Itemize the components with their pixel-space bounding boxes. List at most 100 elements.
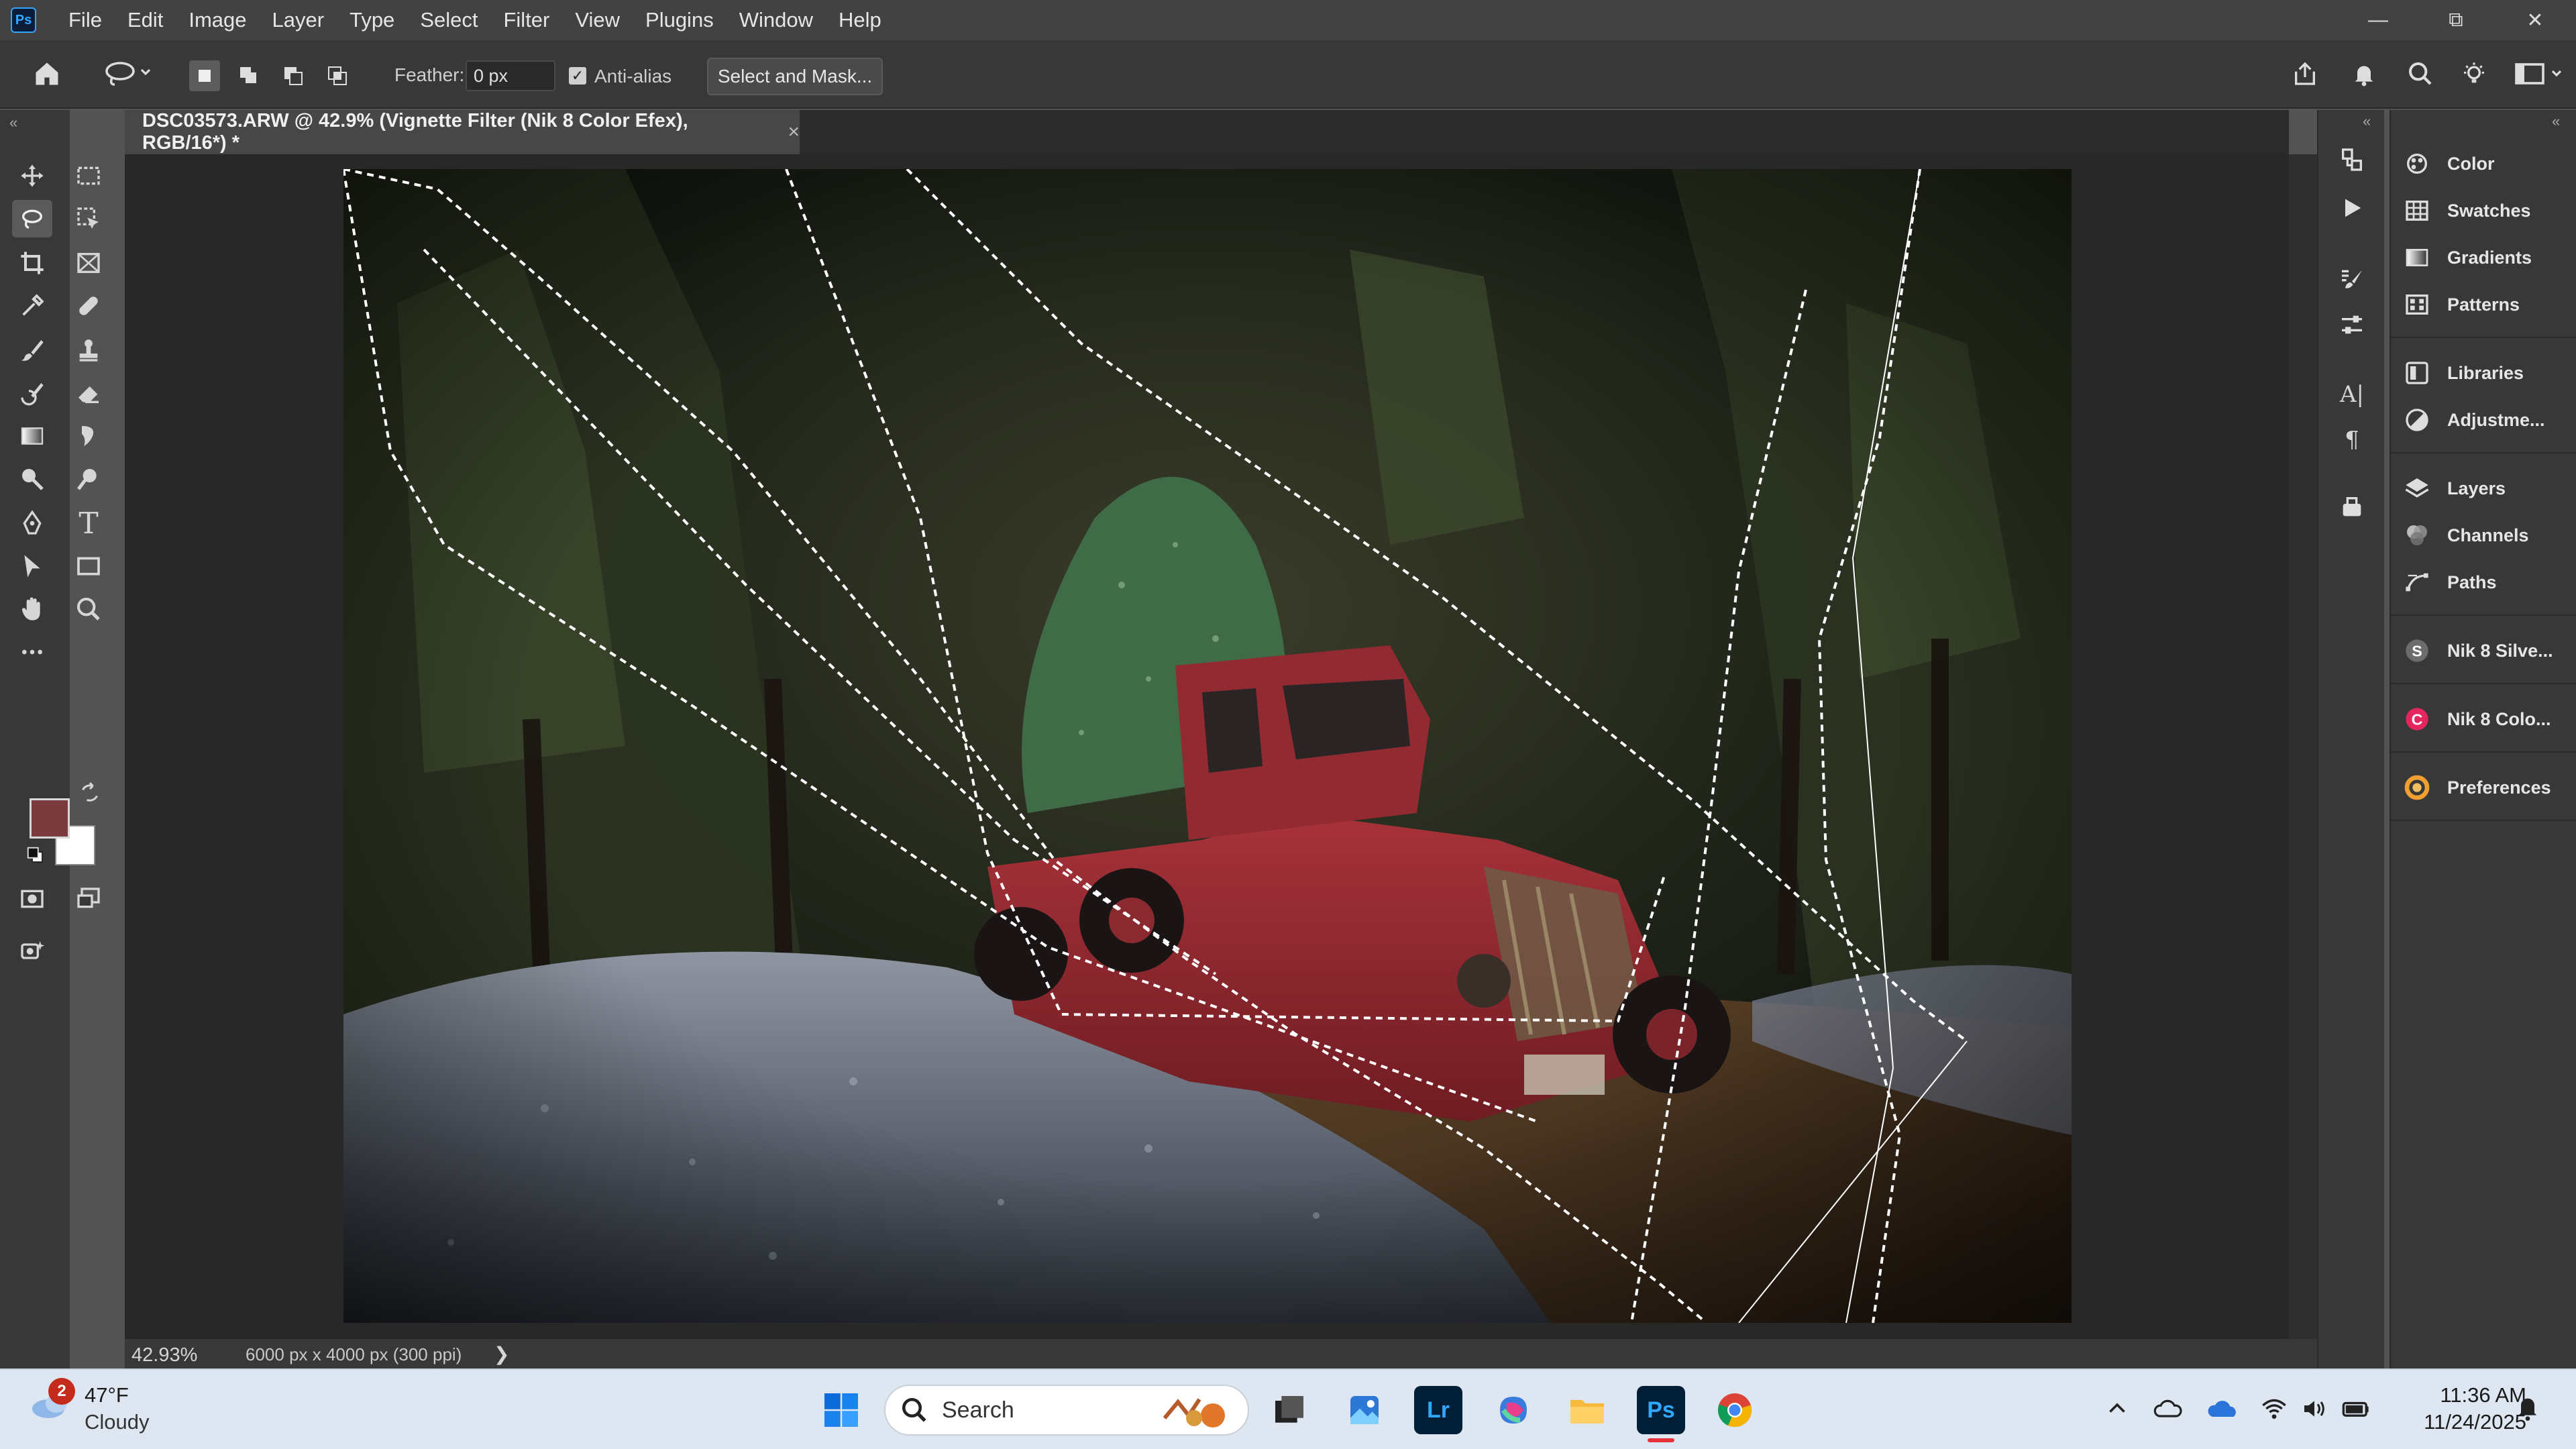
menu-window[interactable]: Window xyxy=(739,8,813,32)
panel-nik-silver[interactable]: S Nik 8 Silve... xyxy=(2402,631,2573,671)
new-selection-icon[interactable] xyxy=(189,60,220,91)
tool-presets-icon[interactable] xyxy=(2334,490,2369,525)
pen-tool-icon[interactable] xyxy=(12,504,52,542)
close-document-icon[interactable]: × xyxy=(788,121,800,144)
taskbar-search[interactable]: Search xyxy=(884,1385,1249,1436)
battery-icon[interactable] xyxy=(2341,1397,2371,1427)
history-panel-icon[interactable] xyxy=(2334,142,2369,177)
crop-tool-icon[interactable] xyxy=(12,244,52,282)
cloud-sync-icon[interactable] xyxy=(2153,1397,2183,1427)
collapse-strip-icon[interactable]: « xyxy=(2363,113,2371,130)
collapse-panels-icon[interactable]: « xyxy=(2552,113,2560,130)
rectangle-tool-icon[interactable] xyxy=(68,547,109,585)
history-brush-tool-icon[interactable] xyxy=(12,374,52,412)
windows-start-icon[interactable] xyxy=(817,1386,865,1434)
clock-date[interactable]: 11/24/2025 xyxy=(2385,1410,2526,1434)
microsoft-365-icon[interactable] xyxy=(1489,1386,1538,1434)
burn-tool-icon[interactable] xyxy=(68,460,109,498)
subtract-from-selection-icon[interactable] xyxy=(278,60,309,91)
clock-time[interactable]: 11:36 AM xyxy=(2399,1383,2526,1407)
menu-select[interactable]: Select xyxy=(420,8,478,32)
menu-plugins[interactable]: Plugins xyxy=(645,8,714,32)
photoshop-logo[interactable]: Ps xyxy=(11,7,36,33)
show-hidden-icons-chevron-icon[interactable] xyxy=(2105,1397,2129,1427)
foreground-color-swatch[interactable] xyxy=(30,798,70,839)
panel-gradients[interactable]: Gradients xyxy=(2402,237,2573,278)
frame-tool-icon[interactable] xyxy=(68,244,109,282)
menu-view[interactable]: View xyxy=(575,8,620,32)
panel-adjustments[interactable]: Adjustme... xyxy=(2402,400,2573,440)
panel-patterns[interactable]: Patterns xyxy=(2402,284,2573,325)
feather-input[interactable] xyxy=(466,60,555,91)
quick-mask-icon[interactable] xyxy=(12,880,52,918)
lasso-preset-icon[interactable] xyxy=(98,55,158,93)
menu-layer[interactable]: Layer xyxy=(272,8,325,32)
properties-sliders-icon[interactable] xyxy=(2334,307,2369,342)
swap-colors-icon[interactable] xyxy=(78,781,102,805)
brush-settings-icon[interactable] xyxy=(2334,262,2369,297)
zoom-tool-icon[interactable] xyxy=(68,590,109,628)
hand-tool-icon[interactable] xyxy=(12,590,52,628)
restore-icon[interactable]: ⧉ xyxy=(2419,0,2493,40)
weather-temperature[interactable]: 47°F xyxy=(85,1383,129,1407)
home-icon[interactable] xyxy=(27,55,67,93)
status-menu-chevron-icon[interactable]: ❯ xyxy=(494,1343,509,1365)
task-view-icon[interactable] xyxy=(1265,1386,1313,1434)
zoom-level[interactable]: 42.93% xyxy=(131,1344,197,1366)
type-tool-icon[interactable]: T xyxy=(68,504,109,542)
volume-icon[interactable] xyxy=(2301,1397,2328,1427)
bell-icon[interactable] xyxy=(2345,55,2383,93)
object-selection-tool-icon[interactable] xyxy=(68,200,109,237)
document-tab[interactable]: DSC03573.ARW @ 42.9% (Vignette Filter (N… xyxy=(125,110,800,154)
panel-channels[interactable]: Channels xyxy=(2402,515,2573,555)
vertical-scrollbar[interactable] xyxy=(2289,154,2317,1339)
menu-image[interactable]: Image xyxy=(189,8,246,32)
select-and-mask-button[interactable]: Select and Mask... xyxy=(707,58,883,95)
file-explorer-icon[interactable] xyxy=(1563,1386,1611,1434)
actions-play-icon[interactable] xyxy=(2334,191,2369,225)
marquee-tool-icon[interactable] xyxy=(68,157,109,195)
panel-libraries[interactable]: Libraries xyxy=(2402,353,2573,393)
menu-file[interactable]: File xyxy=(68,8,102,32)
lightroom-app-icon[interactable]: Lr xyxy=(1414,1386,1462,1434)
character-panel-icon[interactable]: A| xyxy=(2334,377,2369,412)
notifications-icon[interactable] xyxy=(2514,1393,2541,1428)
paragraph-panel-icon[interactable]: ¶ xyxy=(2334,423,2369,458)
panel-nik-color[interactable]: C Nik 8 Colo... xyxy=(2402,699,2573,739)
weather-description[interactable]: Cloudy xyxy=(85,1410,150,1434)
panel-layers[interactable]: Layers xyxy=(2402,468,2573,508)
chrome-icon[interactable] xyxy=(1711,1386,1759,1434)
panel-paths[interactable]: Paths xyxy=(2402,562,2573,602)
anti-alias-checkbox[interactable]: ✓ xyxy=(569,67,586,85)
panel-color[interactable]: Color xyxy=(2402,144,2573,184)
menu-help[interactable]: Help xyxy=(839,8,881,32)
generative-fill-icon[interactable] xyxy=(12,932,52,970)
close-window-icon[interactable]: ✕ xyxy=(2498,0,2572,40)
discover-lightbulb-icon[interactable] xyxy=(2455,55,2493,93)
more-tools-icon[interactable] xyxy=(12,633,52,671)
share-icon[interactable] xyxy=(2286,55,2324,93)
photoshop-taskbar-icon[interactable]: Ps xyxy=(1637,1386,1685,1434)
default-colors-icon[interactable] xyxy=(25,845,46,865)
search-icon[interactable] xyxy=(2402,55,2439,93)
eyedropper-tool-icon[interactable] xyxy=(12,287,52,325)
dodge-tool-icon[interactable] xyxy=(12,460,52,498)
collapse-tools-icon[interactable]: « xyxy=(9,114,17,131)
add-to-selection-icon[interactable] xyxy=(233,60,264,91)
wifi-icon[interactable] xyxy=(2261,1397,2288,1427)
eraser-tool-icon[interactable] xyxy=(68,374,109,412)
screen-mode-icon[interactable] xyxy=(68,880,109,918)
brush-tool-icon[interactable] xyxy=(12,331,52,369)
lasso-tool-icon[interactable] xyxy=(12,200,52,237)
onedrive-icon[interactable] xyxy=(2207,1397,2239,1427)
menu-type[interactable]: Type xyxy=(350,8,394,32)
menu-filter[interactable]: Filter xyxy=(503,8,549,32)
photos-app-icon[interactable] xyxy=(1340,1386,1389,1434)
gradient-tool-icon[interactable] xyxy=(12,417,52,455)
intersect-selection-icon[interactable] xyxy=(322,60,353,91)
workspace-icon[interactable] xyxy=(2510,55,2571,93)
panel-preferences[interactable]: Preferences xyxy=(2402,767,2573,808)
blur-smudge-tool-icon[interactable] xyxy=(68,417,109,455)
clone-stamp-tool-icon[interactable] xyxy=(68,331,109,369)
move-tool-icon[interactable] xyxy=(12,157,52,195)
